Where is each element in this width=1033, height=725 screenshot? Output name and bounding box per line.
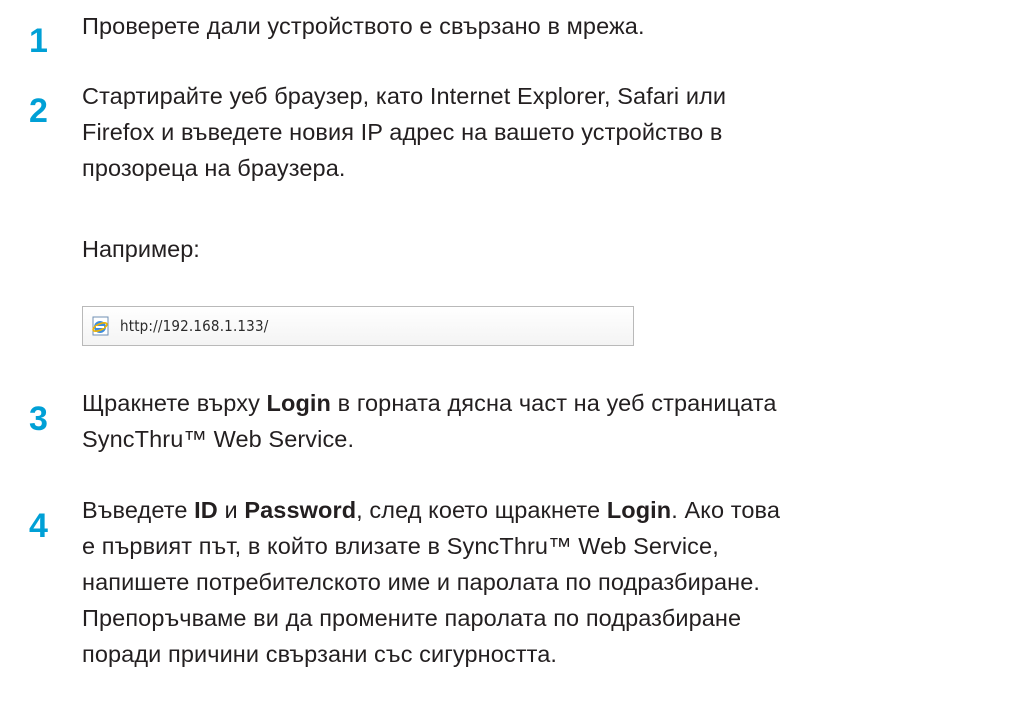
ui-term: Login [266,390,331,416]
text-line: Стартирайте уеб браузер, като Internet E… [82,83,727,109]
ui-term: Password [244,497,357,523]
ie-page-icon [92,316,109,336]
text-segment: , след което щракнете [356,497,607,523]
example-label: Например: [82,236,200,262]
url-text: http://192.168.1.133/ [120,317,269,335]
text-line: напишете потребителското име и паролата … [82,569,761,595]
step-number: 2 [29,92,48,130]
text-line: Firefox и въведете новия IP адрес на ваш… [82,119,723,145]
step-text: Въведете ID и Password, след което щракн… [82,492,1032,672]
text-segment: Щракнете върху [82,390,267,416]
text-segment: в горната дясна част на уеб страницата [331,390,777,416]
step-text: Стартирайте уеб браузер, като Internet E… [82,78,1032,186]
step-number: 1 [29,22,48,60]
text-line: Щракнете върху Login в горната дясна час… [82,385,1032,421]
text-line: прозореца на браузера. [82,155,346,181]
text-segment: и [217,497,245,523]
text-line: SyncThru™ Web Service. [82,426,355,452]
text-line: Въведете ID и Password, след което щракн… [82,492,1032,528]
step-text: Щракнете върху Login в горната дясна час… [82,385,1032,457]
step-text: Проверете дали устройството е свързано в… [82,13,645,39]
step-number: 3 [29,400,48,438]
ui-term: ID [194,497,218,523]
text-line: Препоръчваме ви да промените паролата по… [82,605,742,631]
browser-address-bar: http://192.168.1.133/ [82,306,634,346]
text-line: поради причини свързани със сигурността. [82,641,558,667]
ui-term: Login [606,497,672,523]
text-segment: . Ако това [671,497,781,523]
text-line: е първият път, в който влизате в SyncThr… [82,533,719,559]
text-segment: Въведете [82,497,195,523]
step-number: 4 [29,507,48,545]
